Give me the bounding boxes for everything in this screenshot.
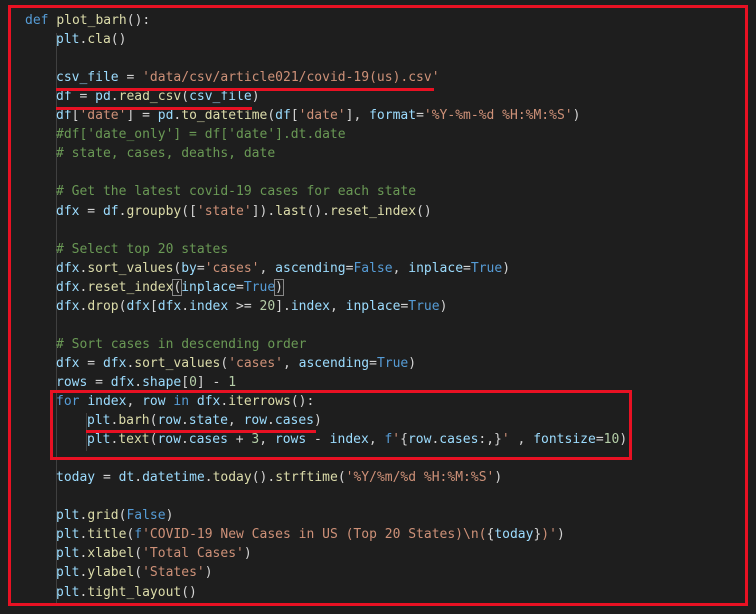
code-editor[interactable]: def plot_barh(): plt.cla() csv_file = 'dat… [0,0,756,614]
barh-underline [86,430,316,433]
loop-highlight-box [50,390,632,460]
csv-file-underline [56,88,434,91]
read-csv-underline [56,107,252,110]
function-highlight-box [8,5,748,606]
